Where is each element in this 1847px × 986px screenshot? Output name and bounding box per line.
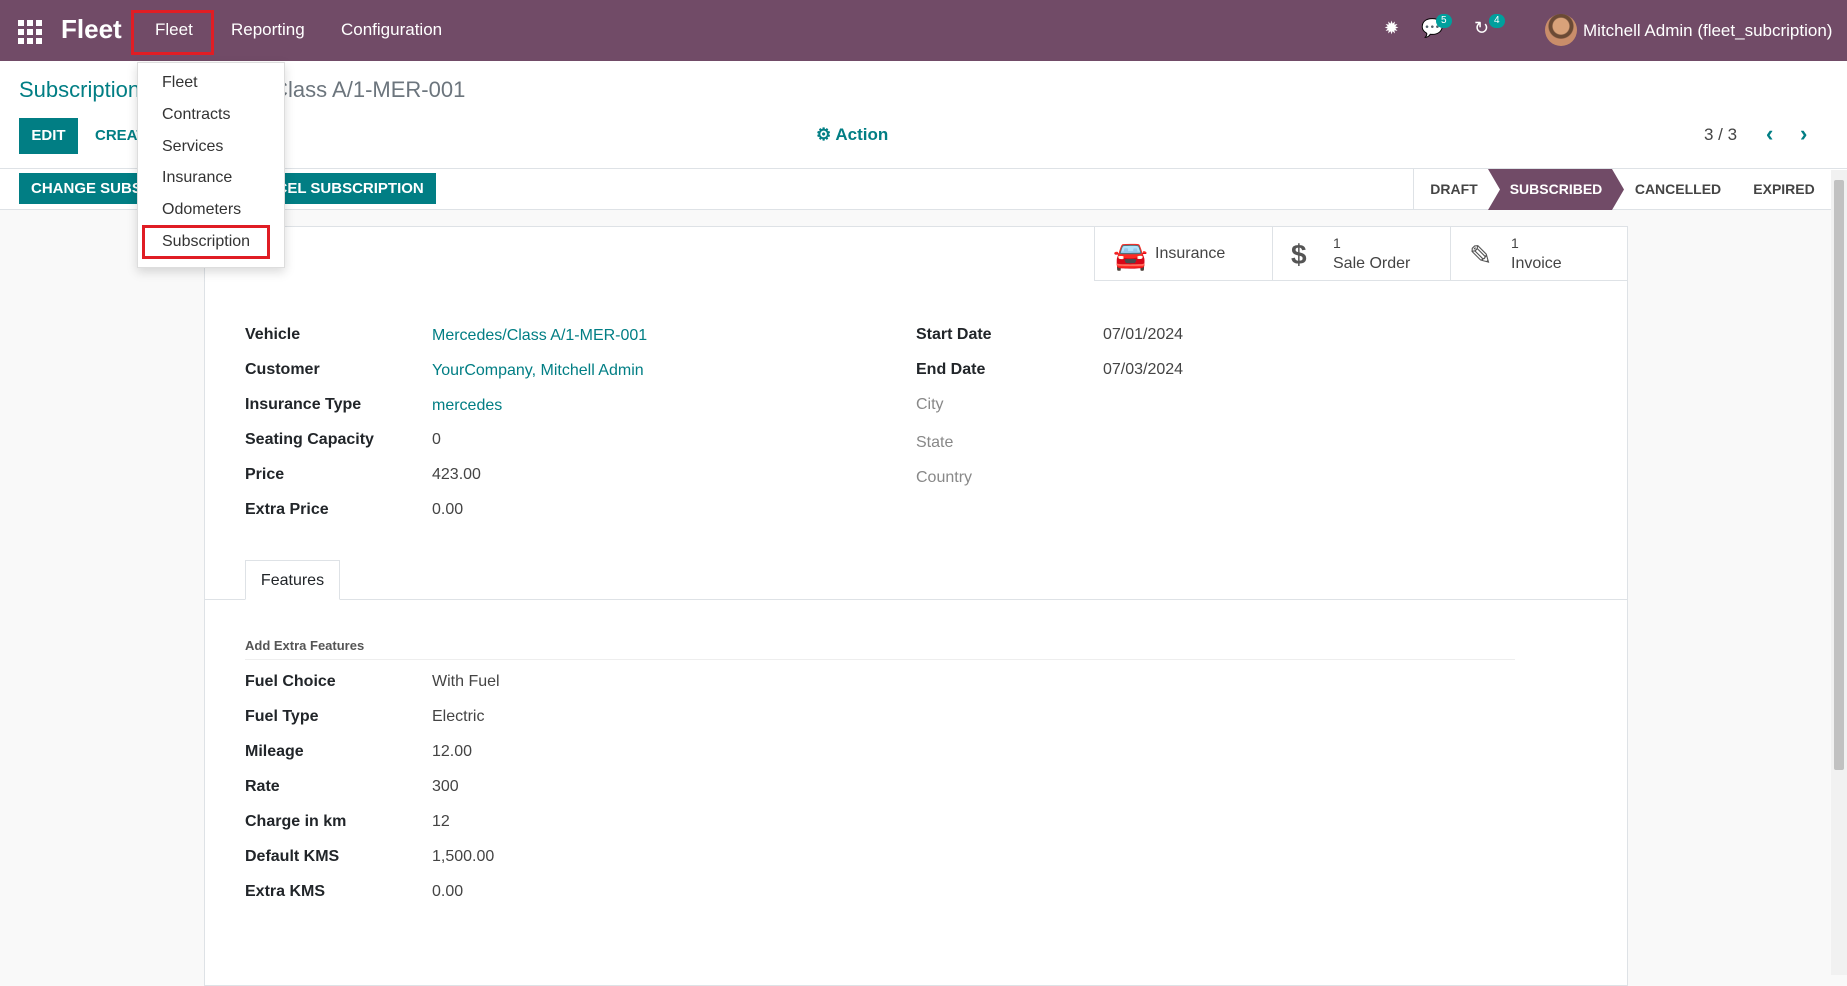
highlight-fleet-menu [131, 10, 214, 55]
pager-previous-icon[interactable]: ‹ [1766, 121, 1773, 147]
invoice-label: Invoice [1511, 255, 1562, 272]
pager-value: 3 / 3 [1704, 125, 1738, 144]
menu-reporting[interactable]: Reporting [231, 20, 305, 40]
app-brand: Fleet [61, 14, 122, 44]
invoice-count: 1 [1511, 235, 1519, 251]
edit-invoice-icon: ✎ [1469, 240, 1493, 271]
dropdown-item-services[interactable]: Services [162, 138, 223, 156]
mileage-value: 12.00 [432, 743, 473, 760]
edit-button[interactable]: EDIT [19, 118, 78, 154]
tab-divider [205, 599, 1627, 600]
top-navbar: Fleet Fleet Reporting Configuration ✹ 💬 5… [0, 0, 1847, 61]
chat-badge: 5 [1436, 14, 1452, 28]
pager-next-icon[interactable]: › [1800, 121, 1807, 147]
price-value: 423.00 [432, 466, 481, 483]
dollar-icon: $ [1291, 239, 1307, 270]
avatar[interactable] [1545, 14, 1577, 46]
tab-features[interactable]: Features [245, 560, 340, 600]
form-sheet: 🚘 Insurance $ 1 Sale Order ✎ 1 Invoice V… [204, 226, 1628, 986]
start-date-label: Start Date [916, 326, 992, 343]
action-button[interactable]: ⚙ Action [816, 125, 888, 145]
user-menu[interactable]: Mitchell Admin (fleet_subcription) [1583, 21, 1832, 41]
rate-label: Rate [245, 778, 280, 795]
default-kms-label: Default KMS [245, 848, 340, 865]
fuel-choice-value: With Fuel [432, 673, 500, 690]
insurance-label: Insurance [1155, 245, 1226, 262]
menu-configuration[interactable]: Configuration [341, 20, 442, 40]
stage-draft[interactable]: DRAFT [1414, 169, 1494, 210]
dropdown-item-contracts[interactable]: Contracts [162, 106, 230, 124]
invoice-smart-button[interactable]: ✎ 1 Invoice [1450, 227, 1628, 281]
charge-in-km-value: 12 [432, 813, 450, 830]
extra-kms-value: 0.00 [432, 883, 464, 900]
gear-icon: ⚙ [816, 125, 832, 144]
page-scrollbar[interactable] [1831, 170, 1847, 975]
breadcrumb-subscriptions[interactable]: Subscriptions [19, 77, 151, 102]
insurance-type-label: Insurance Type [245, 396, 362, 413]
charge-in-km-label: Charge in km [245, 813, 347, 830]
fuel-choice-label: Fuel Choice [245, 673, 336, 690]
debug-bug-icon[interactable]: ✹ [1384, 18, 1399, 39]
state-field[interactable]: State [916, 434, 953, 452]
stage-expired[interactable]: EXPIRED [1734, 169, 1834, 210]
insurance-smart-button[interactable]: 🚘 Insurance [1094, 227, 1272, 281]
rate-value: 300 [432, 778, 459, 795]
country-field[interactable]: Country [916, 469, 972, 487]
fuel-type-label: Fuel Type [245, 708, 319, 725]
customer-value[interactable]: YourCompany, Mitchell Admin [432, 362, 644, 380]
dropdown-item-fleet[interactable]: Fleet [162, 74, 198, 92]
insurance-type-value[interactable]: mercedes [432, 397, 502, 415]
city-field[interactable]: City [916, 396, 944, 414]
extra-kms-label: Extra KMS [245, 883, 326, 900]
activity-badge: 4 [1489, 14, 1505, 28]
start-date-value[interactable]: 07/01/2024 [1103, 326, 1183, 344]
extra-price-value: 0.00 [432, 501, 464, 518]
end-date-value[interactable]: 07/03/2024 [1103, 361, 1183, 379]
mileage-label: Mileage [245, 743, 304, 760]
vehicle-value[interactable]: Mercedes/Class A/1-MER-001 [432, 327, 647, 345]
default-kms-value: 1,500.00 [432, 848, 495, 865]
chat-icon[interactable]: 💬 5 [1421, 14, 1452, 39]
dropdown-item-odometers[interactable]: Odometers [162, 201, 241, 219]
sale-order-smart-button[interactable]: $ 1 Sale Order [1272, 227, 1450, 281]
app-menu-icon[interactable] [18, 20, 42, 44]
stage-subscribed[interactable]: SUBSCRIBED [1488, 169, 1624, 210]
customer-label: Customer [245, 361, 320, 378]
fuel-type-value: Electric [432, 708, 485, 725]
seating-capacity-label: Seating Capacity [245, 431, 374, 448]
end-date-label: End Date [916, 361, 986, 378]
vehicle-label: Vehicle [245, 326, 301, 343]
scroll-thumb[interactable] [1834, 180, 1844, 770]
sale-order-count: 1 [1333, 235, 1341, 251]
section-title: Add Extra Features [245, 638, 365, 653]
section-divider [245, 659, 1515, 660]
extra-price-label: Extra Price [245, 501, 329, 518]
highlight-subscription-item [142, 225, 270, 259]
action-label: Action [835, 125, 889, 144]
stage-cancelled[interactable]: CANCELLED [1624, 169, 1732, 210]
price-label: Price [245, 466, 285, 483]
sale-order-label: Sale Order [1333, 255, 1411, 272]
seating-capacity-value: 0 [432, 431, 441, 448]
activity-clock-icon[interactable]: ↻ 4 [1474, 14, 1505, 39]
dropdown-item-insurance[interactable]: Insurance [162, 169, 232, 187]
car-icon: 🚘 [1113, 240, 1148, 271]
fleet-dropdown-menu: Fleet Contracts Services Insurance Odome… [137, 62, 285, 268]
